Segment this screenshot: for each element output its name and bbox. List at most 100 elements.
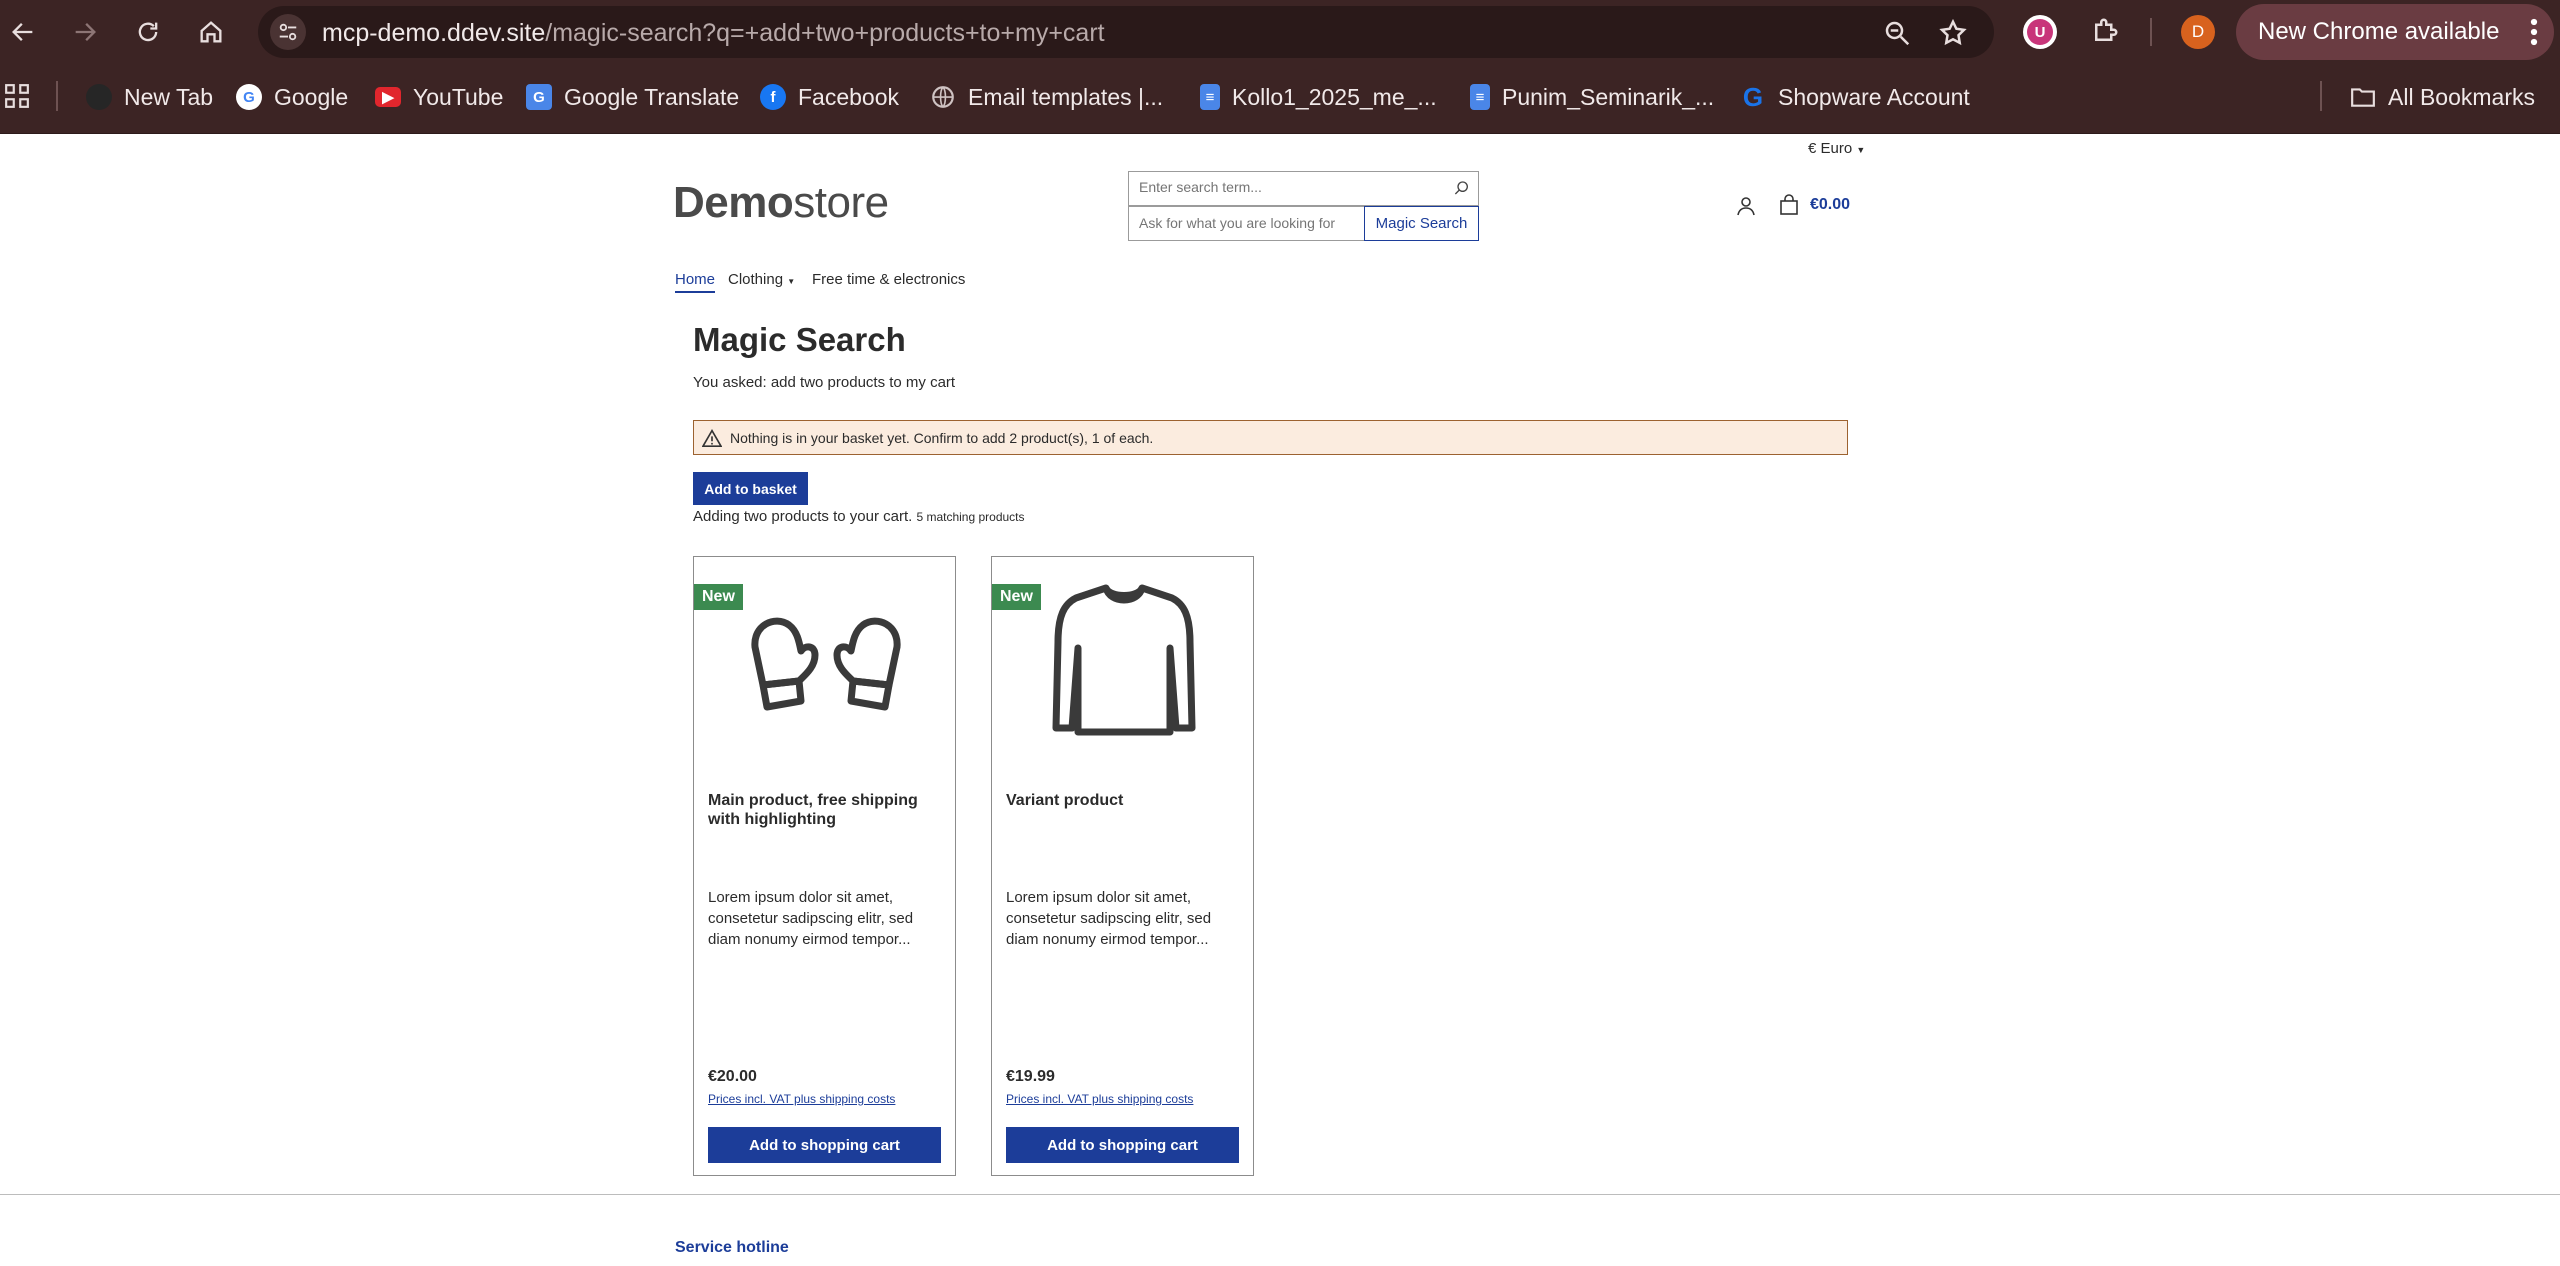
adding-text: Adding two products to your cart. bbox=[693, 508, 913, 525]
globe-icon bbox=[930, 84, 956, 110]
bookmark-new-tab[interactable]: New Tab bbox=[86, 81, 213, 113]
bookmark-label: Facebook bbox=[798, 83, 900, 110]
cart-bag-icon[interactable] bbox=[1779, 194, 1799, 216]
bookmark-google-translate[interactable]: G Google Translate bbox=[526, 81, 739, 113]
extension-icon: U bbox=[2027, 19, 2053, 45]
bookmark-label: Shopware Account bbox=[1778, 83, 1970, 110]
bookmark-email-templates[interactable]: Email templates |... bbox=[930, 81, 1163, 113]
new-chrome-button[interactable]: New Chrome available bbox=[2236, 4, 2554, 60]
forward-button[interactable] bbox=[67, 14, 103, 50]
home-icon bbox=[200, 21, 222, 43]
arrow-right-icon bbox=[75, 23, 96, 41]
logo-light: store bbox=[793, 178, 889, 227]
adding-info: Adding two products to your cart. 5 matc… bbox=[693, 508, 1025, 525]
add-to-shopping-cart-button[interactable]: Add to shopping cart bbox=[1006, 1127, 1239, 1163]
browser-toolbar: mcp-demo.ddev.site/magic-search?q=+add+t… bbox=[0, 0, 2560, 63]
add-to-basket-button[interactable]: Add to basket bbox=[693, 472, 808, 505]
web-page: € Euro ▼ Demostore Magic Search €0.00 Ho… bbox=[0, 134, 2560, 1266]
alert-text: Nothing is in your basket yet. Confirm t… bbox=[730, 429, 1154, 446]
arrow-left-icon bbox=[12, 23, 33, 41]
profile-avatar[interactable]: D bbox=[2181, 15, 2215, 49]
bookmark-label: Google Translate bbox=[564, 83, 740, 110]
product-image[interactable] bbox=[1032, 577, 1215, 747]
magic-search-box bbox=[1128, 206, 1365, 241]
extension-button[interactable]: U bbox=[2023, 15, 2057, 49]
matching-count: 5 matching products bbox=[916, 510, 1025, 524]
apps-grid-icon[interactable] bbox=[4, 83, 30, 109]
bookmark-facebook[interactable]: f Facebook bbox=[760, 81, 899, 113]
basket-alert: Nothing is in your basket yet. Confirm t… bbox=[693, 420, 1848, 455]
search-icon[interactable] bbox=[1454, 180, 1470, 196]
url-path: /magic-search?q=+add+two+products+to+my+… bbox=[545, 19, 1105, 47]
warning-icon bbox=[702, 428, 722, 447]
caret-down-icon: ▼ bbox=[1856, 145, 1866, 155]
translate-icon: G bbox=[526, 84, 552, 110]
all-bookmarks[interactable]: All Bookmarks bbox=[2350, 81, 2535, 113]
puzzle-icon[interactable] bbox=[2090, 16, 2120, 46]
product-image[interactable] bbox=[734, 577, 917, 747]
url-text[interactable]: mcp-demo.ddev.site/magic-search?q=+add+t… bbox=[322, 19, 1105, 48]
product-description: Lorem ipsum dolor sit amet, consetetur s… bbox=[708, 889, 914, 948]
bookmark-shopware[interactable]: G Shopware Account bbox=[1740, 81, 1970, 113]
home-button[interactable] bbox=[193, 14, 229, 50]
bookmark-label: New Tab bbox=[124, 83, 214, 110]
account-icon[interactable] bbox=[1737, 196, 1755, 216]
address-bar[interactable]: mcp-demo.ddev.site/magic-search?q=+add+t… bbox=[258, 6, 1994, 58]
reload-button[interactable] bbox=[130, 14, 166, 50]
doc-icon: ≡ bbox=[1470, 84, 1490, 110]
bookmark-kollo[interactable]: ≡ Kollo1_2025_me_... bbox=[1200, 81, 1437, 113]
page-title: Magic Search bbox=[693, 321, 906, 358]
bookmark-label: Punim_Seminarik_... bbox=[1502, 83, 1715, 110]
youtube-icon: ▶ bbox=[375, 87, 401, 107]
bookmark-youtube[interactable]: ▶ YouTube bbox=[375, 81, 503, 113]
bookmark-punim[interactable]: ≡ Punim_Seminarik_... bbox=[1470, 81, 1714, 113]
currency-label: € Euro bbox=[1808, 140, 1853, 157]
asked-query: You asked: add two products to my cart bbox=[693, 374, 956, 391]
service-hotline-heading[interactable]: Service hotline bbox=[675, 1239, 789, 1257]
shopware-icon: G bbox=[1742, 81, 1764, 112]
product-card: New Main product, free shipping with hig… bbox=[693, 556, 956, 1176]
bookmark-label: Kollo1_2025_me_... bbox=[1232, 83, 1437, 110]
search-input[interactable] bbox=[1137, 178, 1441, 196]
doc-icon: ≡ bbox=[1200, 84, 1220, 110]
vat-link[interactable]: Prices incl. VAT plus shipping costs bbox=[1006, 1092, 1193, 1106]
search-box bbox=[1128, 171, 1479, 206]
bookmark-label: Google bbox=[274, 83, 349, 110]
zoom-icon[interactable] bbox=[1882, 18, 1912, 48]
bookmark-label: YouTube bbox=[413, 83, 504, 110]
nav-item-label: Clothing bbox=[728, 271, 784, 288]
currency-dropdown[interactable]: € Euro ▼ bbox=[1808, 140, 1865, 157]
mittens-icon bbox=[750, 617, 901, 711]
bookmarks-bar: New Tab G Google ▶ YouTube G Google Tran… bbox=[0, 63, 2560, 134]
star-icon[interactable] bbox=[1938, 18, 1968, 48]
nav-item-home[interactable]: Home bbox=[675, 271, 716, 293]
url-host: mcp-demo.ddev.site bbox=[322, 19, 546, 47]
magic-search-button[interactable]: Magic Search bbox=[1364, 206, 1479, 241]
bookmark-google[interactable]: G Google bbox=[236, 81, 348, 113]
divider bbox=[56, 81, 58, 111]
divider bbox=[2150, 18, 2152, 46]
add-to-shopping-cart-button[interactable]: Add to shopping cart bbox=[708, 1127, 941, 1163]
google-icon: G bbox=[236, 84, 262, 110]
magic-search-input[interactable] bbox=[1137, 214, 1361, 232]
footer-divider bbox=[0, 1194, 2560, 1195]
bookmark-label: Email templates |... bbox=[968, 83, 1164, 110]
vat-link[interactable]: Prices incl. VAT plus shipping costs bbox=[708, 1092, 895, 1106]
product-card: New Variant product Lorem ipsum dolor si… bbox=[991, 556, 1254, 1176]
nav-item-free-time-electronics[interactable]: Free time & electronics bbox=[812, 271, 965, 288]
store-logo[interactable]: Demostore bbox=[673, 178, 889, 228]
back-button[interactable] bbox=[5, 14, 41, 50]
product-title[interactable]: Main product, free shipping with highlig… bbox=[708, 791, 944, 829]
caret-down-icon: ▼ bbox=[787, 277, 796, 286]
all-bookmarks-label: All Bookmarks bbox=[2388, 83, 2535, 110]
divider bbox=[2320, 81, 2322, 111]
product-title[interactable]: Variant product bbox=[1006, 791, 1242, 810]
cart-total[interactable]: €0.00 bbox=[1810, 196, 1850, 214]
site-info-icon[interactable] bbox=[270, 14, 306, 50]
nav-item-clothing[interactable]: Clothing ▼ bbox=[728, 271, 795, 288]
folder-icon bbox=[2350, 84, 2376, 110]
new-tab-icon bbox=[86, 84, 112, 110]
reload-icon bbox=[138, 22, 158, 42]
new-chrome-label: New Chrome available bbox=[2258, 18, 2500, 45]
product-price: €19.99 bbox=[1006, 1068, 1055, 1085]
